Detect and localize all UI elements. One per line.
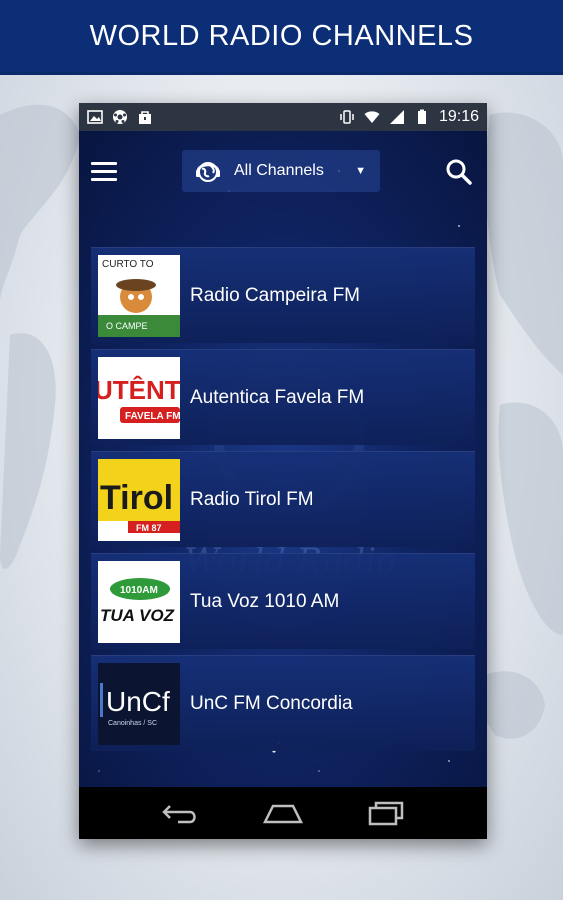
wifi-icon (364, 111, 380, 123)
station-item[interactable]: UTÊNTICA FAVELA FM Autentica Favela FM (91, 349, 475, 445)
station-name: Radio Campeira FM (190, 284, 360, 306)
system-navigation-bar (79, 787, 487, 839)
svg-text:UnCf: UnCf (106, 686, 170, 717)
svg-text:TUA VOZ: TUA VOZ (100, 606, 175, 625)
station-logo: CURTO TO O CAMPE (98, 254, 180, 337)
svg-text:Tirol: Tirol (100, 479, 173, 517)
search-icon[interactable] (445, 158, 473, 186)
svg-text:FAVELA FM: FAVELA FM (125, 411, 180, 422)
svg-text:UTÊNTICA: UTÊNTICA (98, 375, 180, 405)
station-name: Tua Voz 1010 AM (190, 590, 340, 612)
svg-text:Canoinhas / SC: Canoinhas / SC (108, 720, 157, 727)
status-bar: 19:16 (79, 103, 487, 131)
station-item[interactable]: 1010AM TUA VOZ Tua Voz 1010 AM (91, 553, 475, 649)
station-logo: 1010AM TUA VOZ (98, 560, 180, 643)
app-toolbar: All Channels ▼ (79, 131, 487, 211)
recent-apps-icon[interactable] (364, 798, 408, 828)
svg-text:1010AM: 1010AM (120, 585, 158, 596)
home-icon[interactable] (261, 798, 305, 828)
station-item[interactable]: Tirol FM 87 Radio Tirol FM (91, 451, 475, 547)
channel-filter-label: All Channels (234, 162, 324, 179)
svg-text:FM 87: FM 87 (136, 523, 162, 533)
station-item[interactable]: CURTO TO O CAMPE Radio Campeira FM (91, 247, 475, 343)
football-notification-icon (113, 110, 127, 124)
menu-button[interactable] (91, 162, 117, 182)
phone-screen: 19:16 World Radio (79, 103, 487, 839)
promo-banner: WORLD RADIO CHANNELS (0, 0, 563, 75)
svg-text:CURTO TO: CURTO TO (102, 259, 154, 270)
vibrate-icon (340, 110, 354, 124)
dropdown-arrow-icon: ▼ (355, 165, 366, 177)
channel-filter-dropdown[interactable]: All Channels ▼ (182, 150, 380, 192)
battery-icon (417, 109, 426, 124)
status-time: 19:16 (438, 108, 479, 125)
station-item[interactable]: UnCf Canoinhas / SC UnC FM Concordia (91, 655, 475, 751)
cell-signal-icon (389, 110, 404, 124)
station-name: Autentica Favela FM (190, 386, 365, 408)
station-list: CURTO TO O CAMPE Radio Campeira FM UTÊNT… (91, 247, 475, 757)
back-icon[interactable] (158, 798, 202, 828)
banner-title: WORLD RADIO CHANNELS (89, 19, 474, 52)
svg-text:O CAMPE: O CAMPE (106, 321, 148, 331)
shopping-bag-notification-icon (139, 111, 151, 124)
station-name: UnC FM Concordia (190, 692, 353, 714)
gallery-notification-icon (87, 110, 103, 124)
station-logo: UTÊNTICA FAVELA FM (98, 356, 180, 439)
globe-headphones-icon (196, 162, 220, 182)
station-logo: Tirol FM 87 (98, 458, 180, 541)
station-logo: UnCf Canoinhas / SC (98, 662, 180, 745)
app-content: World Radio All Channels ▼ (79, 131, 487, 787)
station-name: Radio Tirol FM (190, 488, 314, 510)
